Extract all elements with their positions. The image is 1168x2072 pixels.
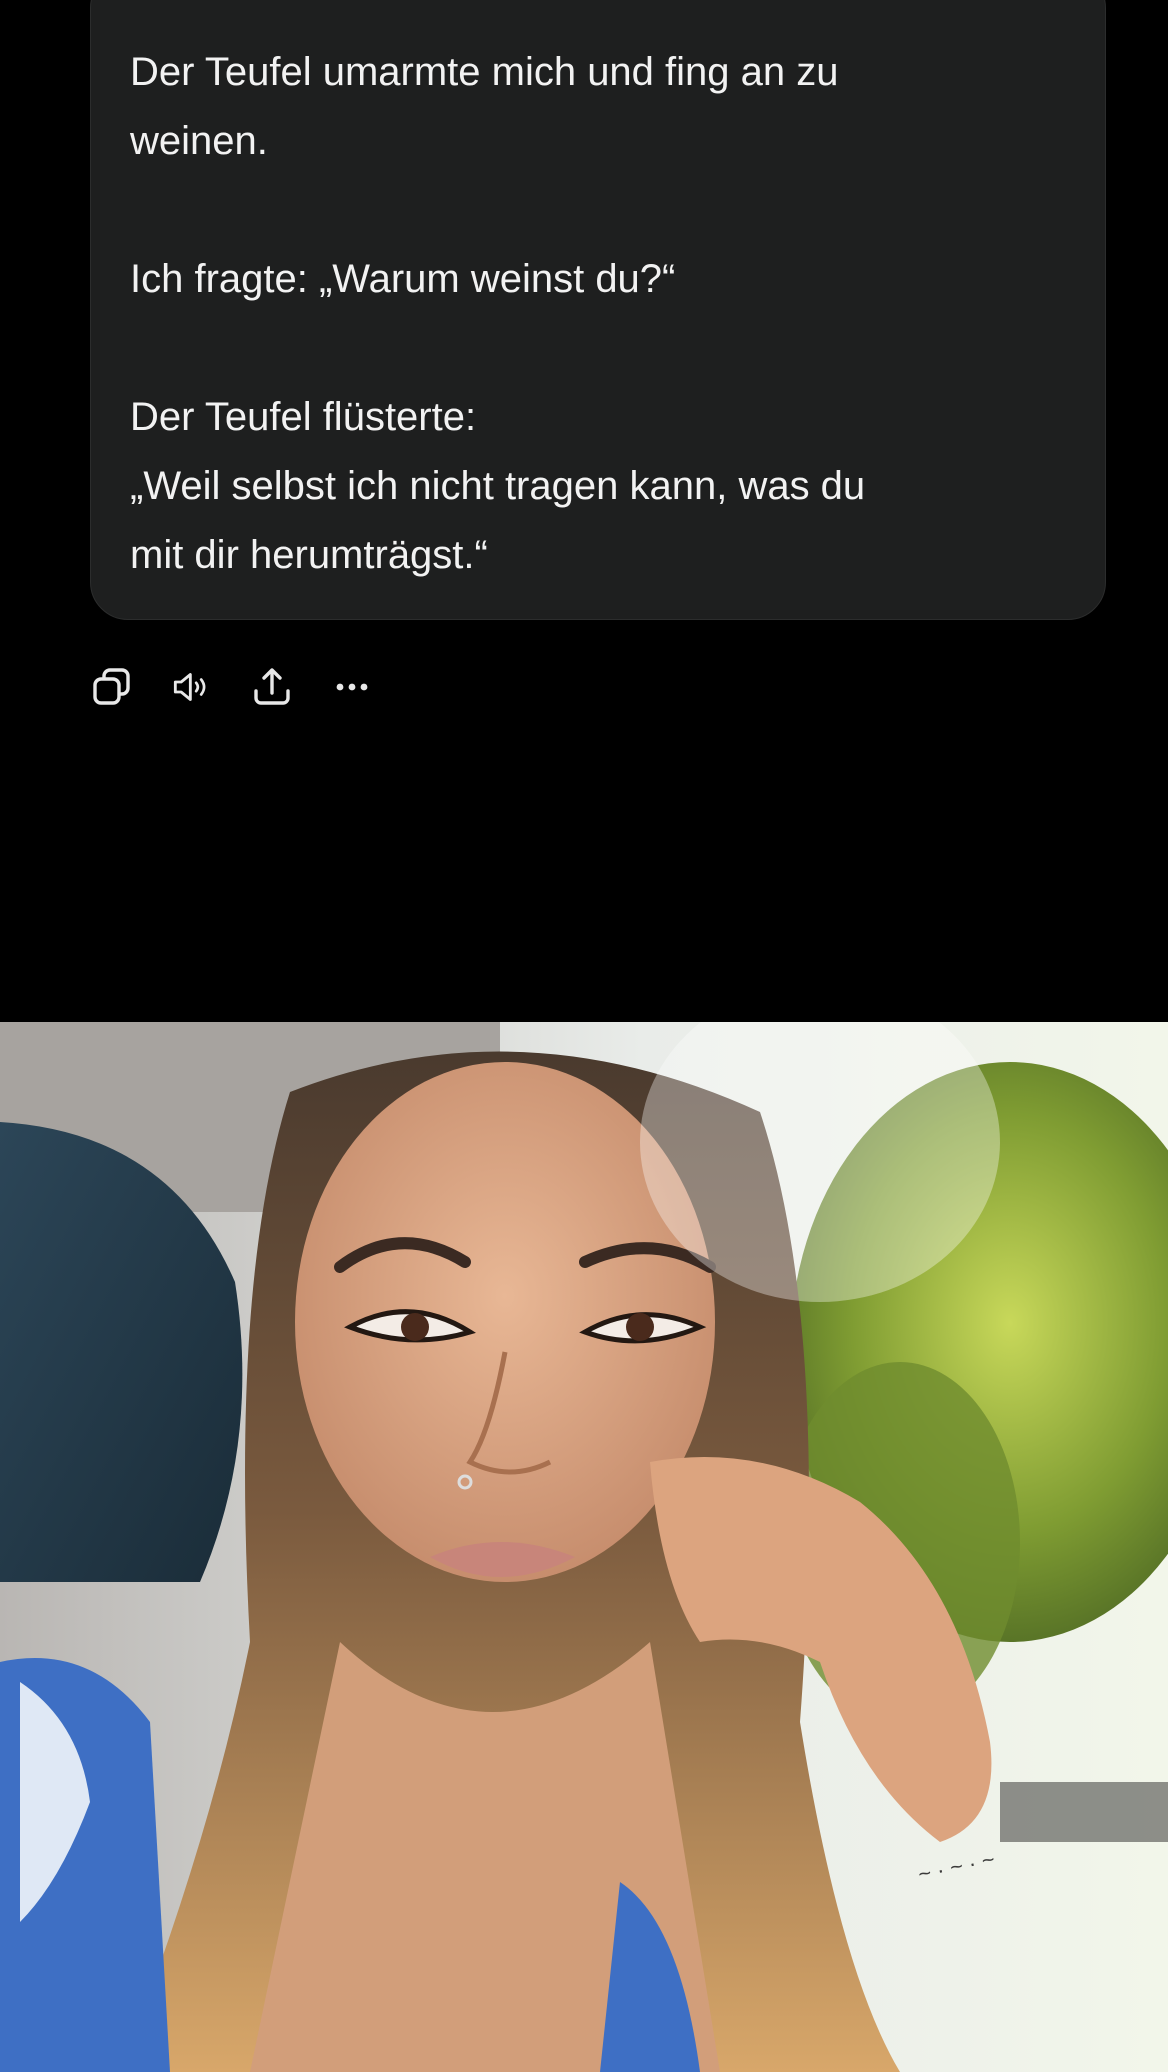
copy-button[interactable] xyxy=(92,662,132,712)
share-icon xyxy=(254,668,290,705)
photo-illustration: ~ · ~ · ~ xyxy=(0,1022,1168,2072)
message-line: mit dir herumträgst.“ xyxy=(130,533,488,577)
more-button[interactable] xyxy=(332,662,372,712)
message-line: weinen. xyxy=(130,119,268,163)
message-text: Der Teufel umarmte mich und fing an zu w… xyxy=(130,38,1030,590)
more-icon xyxy=(336,683,368,691)
copy-icon xyxy=(93,668,130,705)
speaker-icon xyxy=(173,673,206,701)
message-line: „Weil selbst ich nicht tragen kann, was … xyxy=(130,464,866,508)
share-button[interactable] xyxy=(252,662,292,712)
message-line: Der Teufel flüsterte: xyxy=(130,395,477,439)
message-line: Der Teufel umarmte mich und fing an zu xyxy=(130,50,839,94)
selfie-photo: ~ · ~ · ~ xyxy=(0,1022,1168,2072)
message-line: Ich fragte: „Warum weinst du?“ xyxy=(130,257,676,301)
read-aloud-button[interactable] xyxy=(172,662,212,712)
message-actions xyxy=(92,662,412,712)
